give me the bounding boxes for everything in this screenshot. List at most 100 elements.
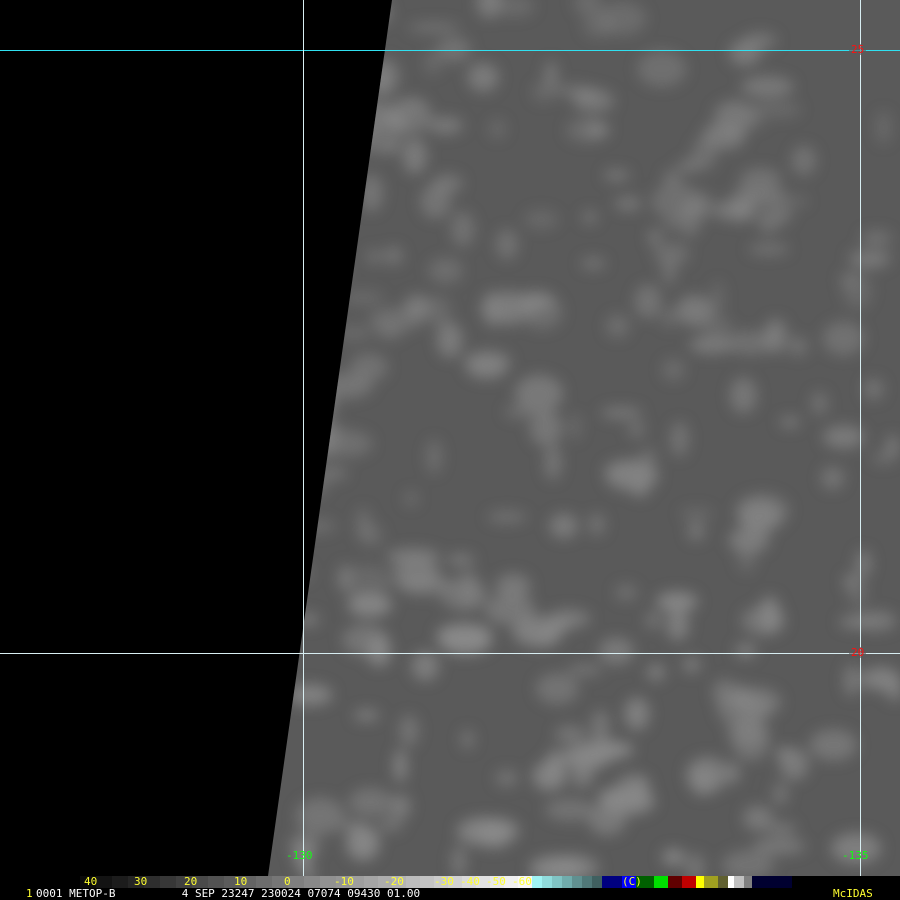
cloud <box>348 787 392 817</box>
cloud <box>353 709 380 722</box>
cloud <box>702 317 734 337</box>
cloud <box>315 466 348 481</box>
colorbar-tick: 0 <box>284 875 291 888</box>
cloud <box>330 63 352 82</box>
cloud <box>764 318 789 354</box>
cloud <box>286 684 333 706</box>
colorbar-segment <box>552 876 562 888</box>
cloud <box>662 848 686 866</box>
cloud <box>821 466 844 490</box>
cloud <box>368 307 425 332</box>
cloud <box>487 510 527 524</box>
cloud <box>384 246 403 265</box>
colorbar-segment <box>572 876 582 888</box>
cloud <box>428 257 464 284</box>
cloud <box>580 257 606 270</box>
cloud <box>588 803 627 836</box>
colorbar-tick: 40 <box>84 875 98 888</box>
cloud <box>740 167 782 192</box>
cloud <box>425 439 443 475</box>
cloud <box>461 729 474 750</box>
cloud <box>656 591 698 612</box>
cloud <box>544 60 558 88</box>
cloud <box>863 378 884 401</box>
cloud <box>365 249 383 265</box>
cloud <box>341 290 384 306</box>
colorbar-segment <box>420 876 434 888</box>
cloud <box>476 817 520 844</box>
cloud <box>648 229 661 246</box>
cloud <box>280 137 321 151</box>
cloud <box>446 553 475 567</box>
cloud <box>350 353 388 382</box>
cloud <box>495 769 519 787</box>
cloud <box>301 475 328 496</box>
satellite-swath <box>268 0 900 876</box>
cloud <box>285 103 333 115</box>
cloud <box>305 153 357 167</box>
colorbar-tick: -20 <box>384 875 404 888</box>
cloud <box>682 656 701 673</box>
cloud <box>614 584 638 601</box>
cloud <box>298 565 312 581</box>
cloud <box>296 612 320 627</box>
cloud <box>373 66 387 98</box>
longitude-label: -130 <box>286 849 313 862</box>
colorbar-segment <box>744 876 752 888</box>
colorbar-tick: 30 <box>134 875 148 888</box>
cloud <box>774 203 793 224</box>
cloud <box>567 663 603 677</box>
cloud <box>809 729 858 761</box>
cloud <box>597 787 647 805</box>
cloud <box>660 307 677 328</box>
cloud <box>394 749 407 783</box>
cloud <box>467 62 499 92</box>
colorbar-segment <box>696 876 704 888</box>
cloud <box>389 111 407 133</box>
latitude-line-20 <box>0 653 900 654</box>
cloud <box>600 406 643 420</box>
colorbar-segment <box>602 876 622 888</box>
cloud <box>637 50 687 88</box>
colorbar-segment <box>718 876 728 888</box>
cloud <box>548 747 562 781</box>
cloud <box>677 159 701 173</box>
colorbar-segment <box>668 876 682 888</box>
satellite-image-viewer: 25 20 -130 -135 40 30 20 10 0 -10 -20 -3… <box>0 0 900 900</box>
colorbar-tick: -30 <box>434 875 454 888</box>
colorbar-unit: (C) <box>622 875 642 888</box>
cloud <box>549 513 579 539</box>
cloud <box>582 12 614 39</box>
cloud <box>741 76 794 98</box>
cloud <box>403 490 419 507</box>
cloud <box>639 447 657 469</box>
cloud <box>729 377 757 414</box>
cloud <box>591 709 610 745</box>
colorbar-segment <box>532 876 542 888</box>
cloud <box>582 210 598 224</box>
cloud <box>598 637 634 665</box>
cloud <box>734 683 749 712</box>
cloud <box>284 233 316 264</box>
cloud <box>407 22 460 33</box>
cloud <box>605 314 630 338</box>
cloud <box>737 117 765 128</box>
cloud <box>504 405 535 419</box>
colorbar-segment <box>542 876 552 888</box>
cloud <box>355 507 371 541</box>
cloud <box>524 209 559 230</box>
cloud <box>743 805 773 831</box>
colorbar-tick: -40 <box>460 875 480 888</box>
cloud <box>847 577 868 609</box>
colorbar-tick: -10 <box>334 875 354 888</box>
colorbar-segment <box>752 876 792 888</box>
cloud <box>838 615 873 629</box>
cloud <box>436 623 492 647</box>
cloud <box>687 521 705 542</box>
cloud <box>759 595 781 634</box>
cloud <box>670 421 689 457</box>
cloud <box>402 137 427 175</box>
cloud <box>550 619 574 630</box>
colorbar-segment <box>562 876 572 888</box>
cloud <box>385 548 441 565</box>
